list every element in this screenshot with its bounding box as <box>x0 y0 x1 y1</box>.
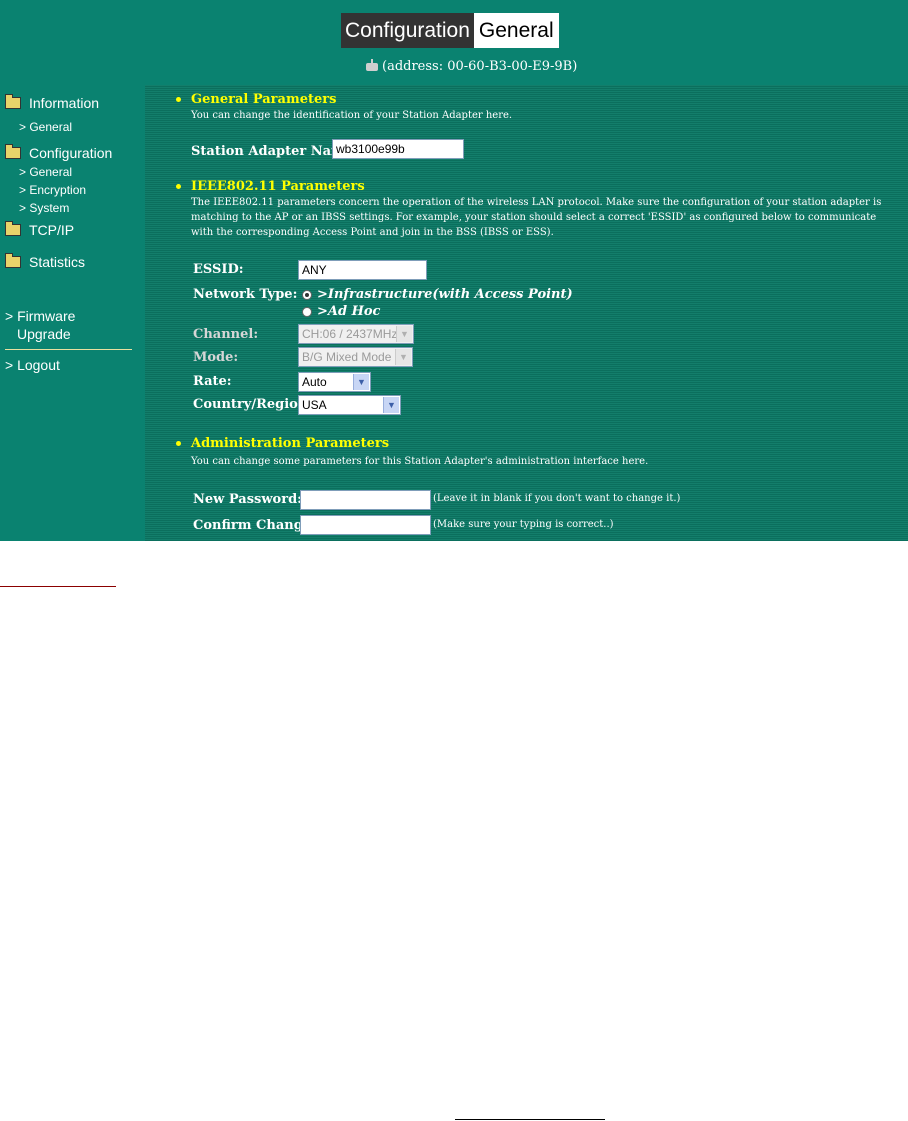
essid-input[interactable]: ANY <box>298 260 427 280</box>
sidebar-item-logout[interactable]: > Logout <box>5 356 60 374</box>
section-bullet <box>176 97 181 102</box>
title-page: General <box>473 13 559 48</box>
mode-select[interactable]: B/G Mixed Mode ▼ <box>298 347 413 367</box>
ieee-section-description: The IEEE802.11 parameters concern the op… <box>191 197 882 238</box>
sidebar-item-label: Information <box>29 95 100 111</box>
sidebar-item-information[interactable]: Information <box>5 94 100 111</box>
rate-select[interactable]: Auto ▼ <box>298 372 371 392</box>
station-name-input[interactable]: wb3100e99b <box>332 139 464 159</box>
page-title: Configuration General <box>341 13 559 48</box>
new-password-hint: (Leave it in blank if you don't want to … <box>433 493 681 504</box>
mode-label: Mode: <box>193 350 239 365</box>
channel-value: CH:06 / 2437MHz <box>302 327 398 341</box>
sidebar-item-label: Configuration <box>29 145 113 161</box>
section-bullet <box>176 184 181 189</box>
network-type-label: Network Type: <box>193 287 298 302</box>
section-bullet <box>176 441 181 446</box>
essid-label: ESSID: <box>193 262 244 277</box>
folder-open-icon <box>5 94 21 109</box>
ieee-section-title: IEEE802.11 Parameters <box>191 179 365 194</box>
main-frame: Configuration General (address: 00-60-B3… <box>0 0 908 541</box>
rate-label: Rate: <box>193 374 232 389</box>
chevron-down-icon: ▼ <box>383 397 399 413</box>
mode-value: B/G Mixed Mode <box>302 350 392 364</box>
general-section-description: You can change the identification of you… <box>191 110 513 121</box>
sidebar-item-firmware-upgrade[interactable]: > Firmware Upgrade <box>5 307 75 343</box>
country-value: USA <box>302 398 327 412</box>
confirm-password-input[interactable] <box>300 515 431 535</box>
folder-icon <box>5 253 21 268</box>
adhoc-label: >Ad Hoc <box>317 304 381 319</box>
address-text: (address: 00-60-B3-00-E9-9B) <box>382 59 578 74</box>
device-icon <box>366 58 378 71</box>
sidebar-item-configuration-system[interactable]: > System <box>19 201 69 215</box>
footer-rule-center <box>455 1119 605 1120</box>
sidebar-item-configuration[interactable]: Configuration <box>5 144 113 161</box>
sidebar-item-information-general[interactable]: > General <box>19 120 72 134</box>
chevron-down-icon: ▼ <box>395 349 411 365</box>
firmware-label-line1: > Firmware <box>5 308 76 324</box>
sidebar-item-label: Statistics <box>29 254 86 270</box>
sidebar-item-label: TCP/IP <box>29 222 75 238</box>
sidebar-item-configuration-general[interactable]: > General <box>19 165 72 179</box>
sidebar-item-statistics[interactable]: Statistics <box>5 253 86 270</box>
confirm-password-label: Confirm Change: <box>193 518 316 533</box>
confirm-password-hint: (Make sure your typing is correct..) <box>433 519 614 530</box>
infrastructure-radio[interactable] <box>302 290 312 300</box>
sidebar: Information > General Configuration > Ge… <box>0 85 145 541</box>
sidebar-item-configuration-encryption[interactable]: > Encryption <box>19 183 86 197</box>
firmware-label-line2: Upgrade <box>17 326 71 342</box>
channel-select[interactable]: CH:06 / 2437MHz ▼ <box>298 324 414 344</box>
channel-label: Channel: <box>193 327 259 342</box>
new-password-input[interactable] <box>300 490 431 510</box>
device-address: (address: 00-60-B3-00-E9-9B) <box>366 58 578 74</box>
admin-section-description: You can change some parameters for this … <box>191 456 649 467</box>
country-select[interactable]: USA ▼ <box>298 395 401 415</box>
sidebar-item-tcpip[interactable]: TCP/IP <box>5 221 75 238</box>
general-section-title: General Parameters <box>191 92 337 107</box>
chevron-down-icon: ▼ <box>353 374 369 390</box>
infrastructure-label: >Infrastructure(with Access Point) <box>317 287 573 302</box>
country-label: Country/Region: <box>193 397 313 412</box>
chevron-down-icon: ▼ <box>396 326 412 342</box>
sidebar-divider <box>5 349 132 350</box>
folder-icon <box>5 221 21 236</box>
title-section: Configuration <box>341 13 474 48</box>
new-password-label: New Password: <box>193 492 302 507</box>
footer-rule-left <box>0 586 116 587</box>
page-header: Configuration General (address: 00-60-B3… <box>0 0 908 85</box>
adhoc-radio[interactable] <box>302 307 312 317</box>
content-panel: General Parameters You can change the id… <box>145 85 908 541</box>
rate-value: Auto <box>302 375 327 389</box>
admin-section-title: Administration Parameters <box>191 436 390 451</box>
folder-open-icon <box>5 144 21 159</box>
